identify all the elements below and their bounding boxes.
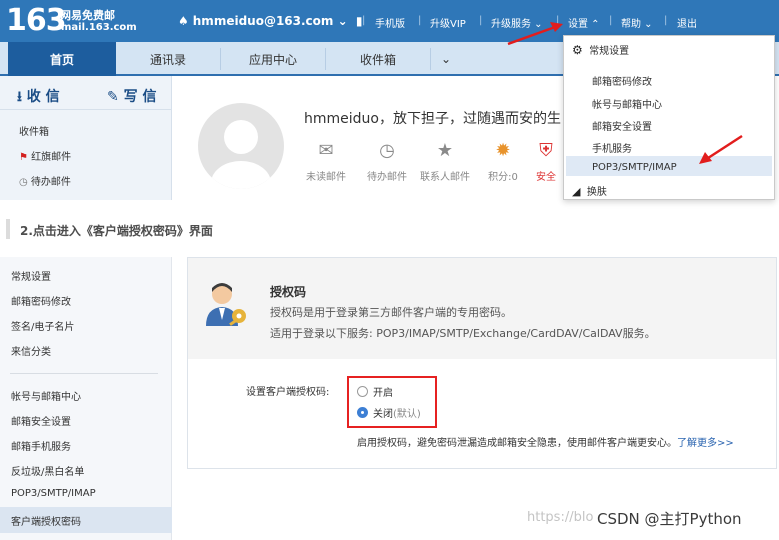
auth-code-services: 适用于登录以下服务: POP3/IMAP/SMTP/Exchange/CardD… (270, 327, 656, 340)
option-disable-label[interactable]: 关闭(默认) (373, 405, 421, 420)
radio-enable[interactable] (357, 386, 368, 397)
watermark-text: CSDN @主打Python (597, 510, 742, 528)
learn-more-link[interactable]: 了解更多>> (677, 438, 734, 449)
option-enable-label[interactable]: 开启 (373, 384, 393, 399)
option-default-tag: (默认) (393, 409, 421, 420)
sidebar-item-antispam[interactable]: 反垃圾/黑白名单 (11, 463, 84, 478)
sidebar-item-filters[interactable]: 来信分类 (11, 343, 51, 358)
user-key-icon (206, 283, 246, 326)
sidebar-item-auth-code[interactable]: 客户端授权密码 (11, 513, 81, 528)
sidebar-item-account-center[interactable]: 帐号与邮箱中心 (11, 388, 81, 403)
step-accent-bar (6, 219, 10, 239)
sidebar-item-password[interactable]: 邮箱密码修改 (11, 293, 71, 308)
auth-code-note: 启用授权码，避免密码泄漏造成邮箱安全隐患，使用邮件客户端更安心。了解更多>> (357, 434, 734, 449)
sidebar-item-signature[interactable]: 签名/电子名片 (11, 318, 74, 333)
sidebar-item-general[interactable]: 常规设置 (11, 268, 51, 283)
sidebar-item-mobile[interactable]: 邮箱手机服务 (11, 438, 71, 453)
sidebar-item-security[interactable]: 邮箱安全设置 (11, 413, 71, 428)
radio-disable[interactable] (357, 407, 368, 418)
step-heading: 2.点击进入《客户端授权密码》界面 (20, 224, 213, 238)
auth-code-setting-label: 设置客户端授权码: (246, 387, 330, 398)
auth-code-title: 授权码 (270, 285, 307, 299)
auth-code-description: 授权码是用于登录第三方邮件客户端的专用密码。 (270, 306, 512, 319)
sidebar-item-pop3[interactable]: POP3/SMTP/IMAP (11, 488, 96, 499)
option-disable-text: 关闭 (373, 409, 393, 420)
sidebar-divider (10, 373, 158, 374)
watermark-url: https://blo (527, 510, 594, 525)
auth-code-note-text: 启用授权码，避免密码泄漏造成邮箱安全隐患，使用邮件客户端更安心。 (357, 438, 677, 449)
